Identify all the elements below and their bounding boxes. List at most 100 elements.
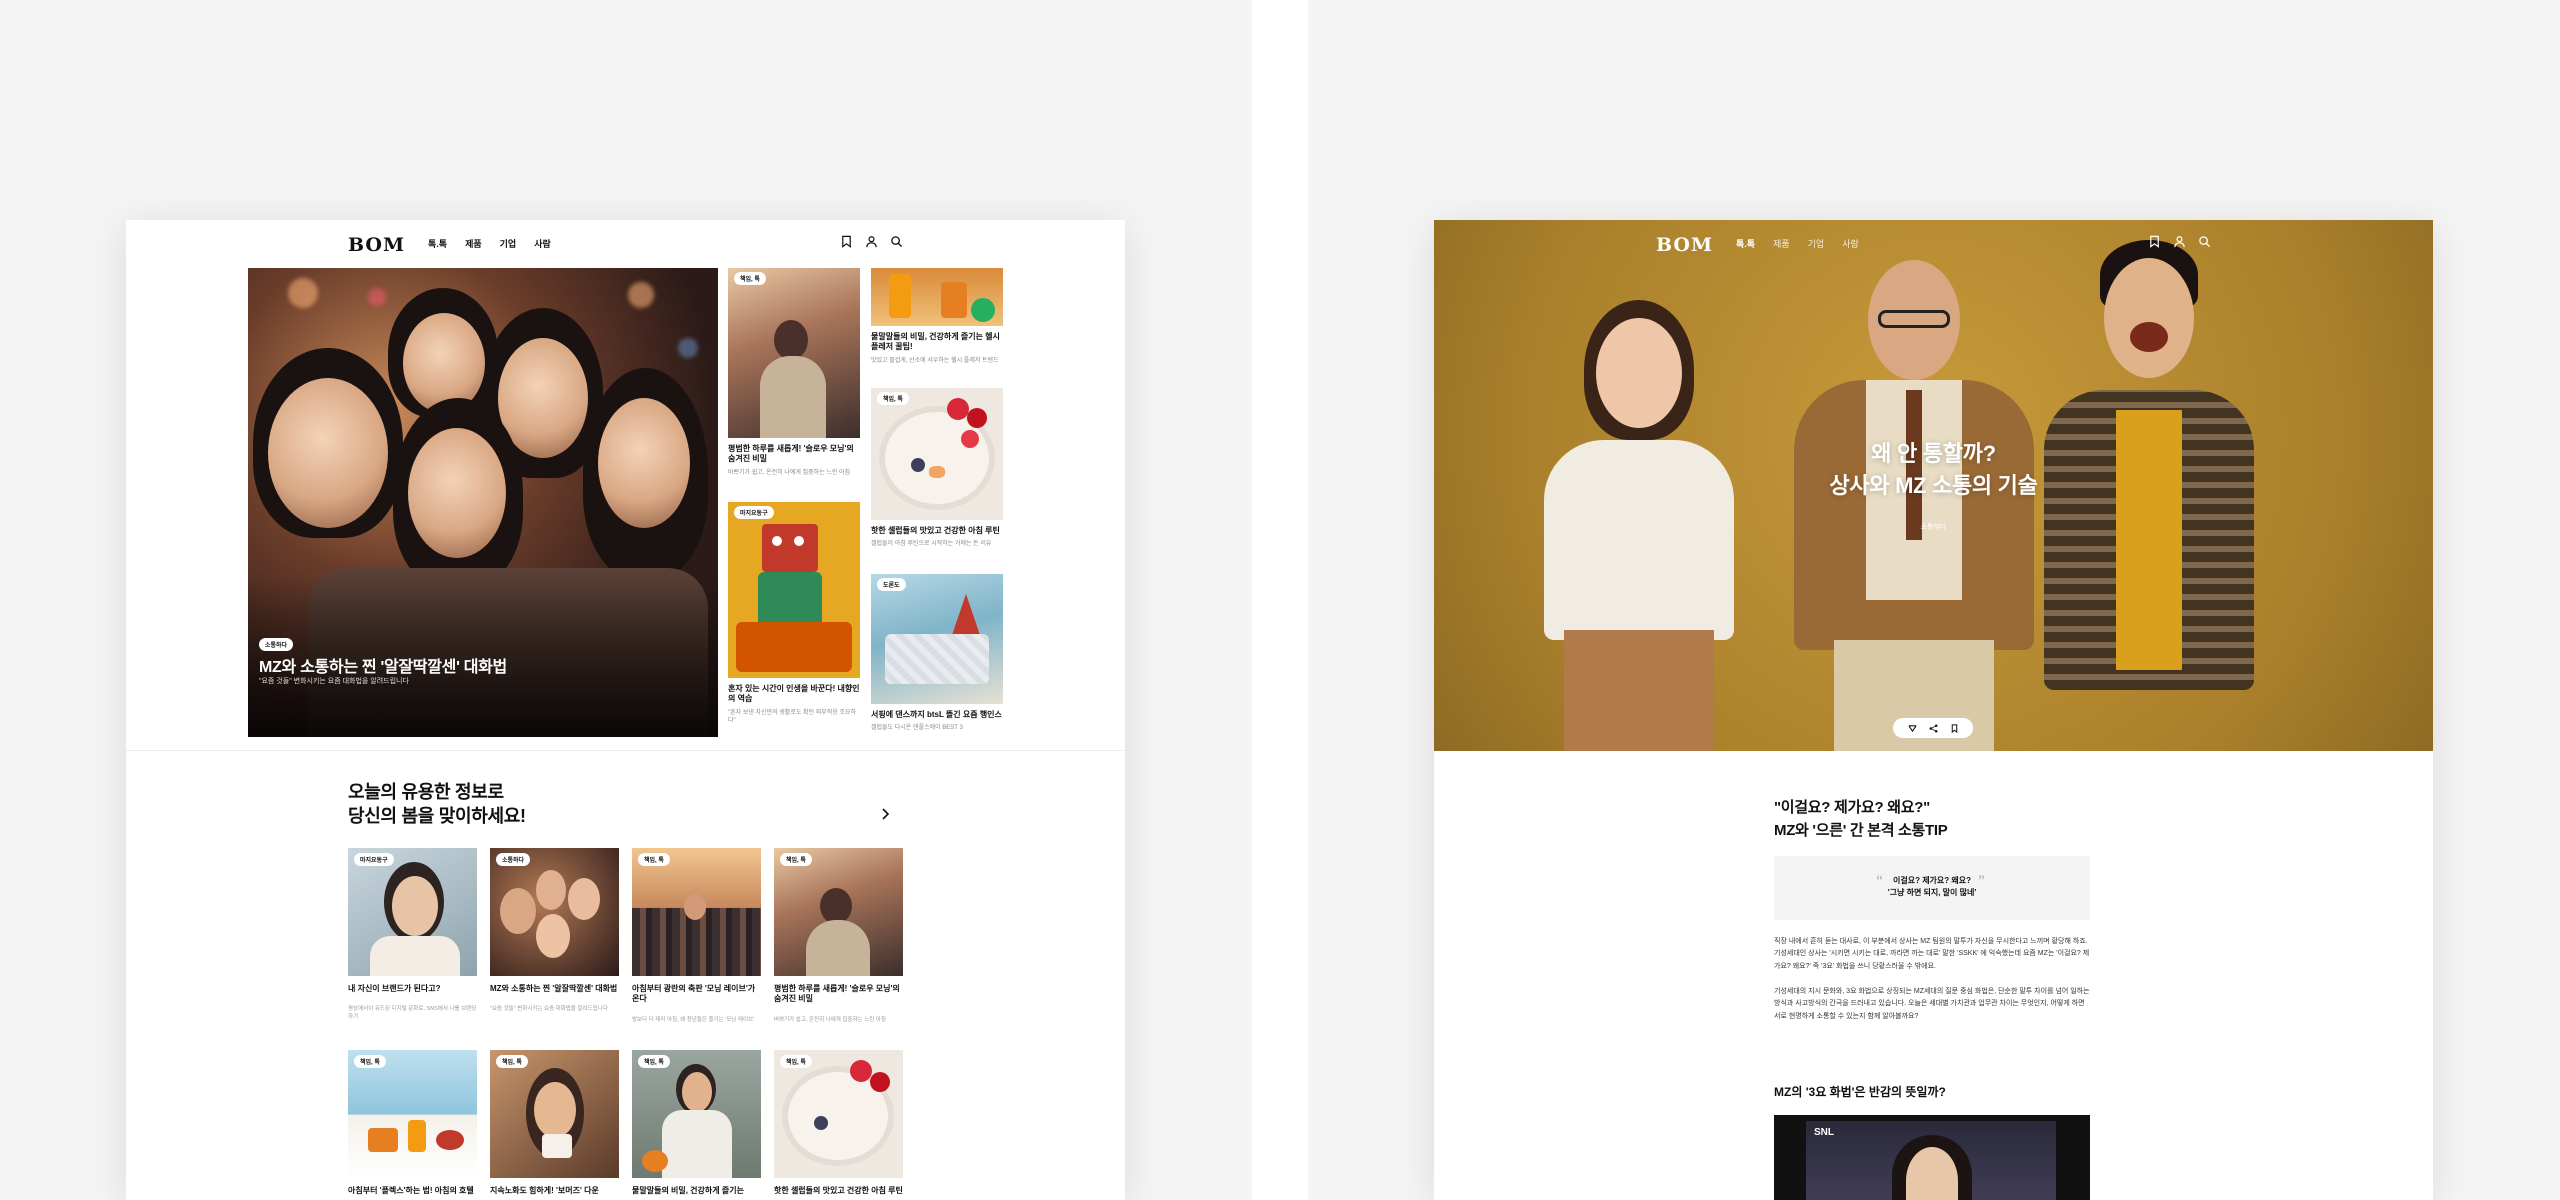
card-tag[interactable]: 책임, 톡 — [638, 853, 670, 866]
card-title[interactable]: 물말말들의 비밀, 건강하게 즐기는 — [632, 1186, 761, 1196]
card-title[interactable]: 서핑에 댄스까지 btsL 뜰긴 요즘 행인스 — [871, 710, 1003, 720]
hero-title[interactable]: MZ와 소통하는 찐 '알잘딱깔센' 대화법 — [259, 653, 507, 677]
feature-card[interactable]: 도론도 서핑에 댄스까지 btsL 뜰긴 요즘 행인스 셀럽들도 다시온 댄플스… — [871, 574, 1003, 732]
share-icon[interactable] — [1929, 724, 1938, 733]
card-tag[interactable]: 책임, 톡 — [638, 1055, 670, 1068]
card-tag[interactable]: 마지요동구 — [734, 506, 774, 519]
card-image: 책임, 톡 — [490, 1050, 619, 1178]
card-title[interactable]: 지속노화도 힘하게! '보머즈' 다운 — [490, 1186, 619, 1196]
card-title[interactable]: 혼자 있는 시간이 인생을 바꾼다! 내향인의 역습 — [728, 684, 860, 705]
card-image: 책임, 톡 — [774, 848, 903, 976]
bookmark-icon[interactable] — [840, 235, 853, 248]
quote-open-icon: “ — [1876, 872, 1883, 888]
menu-item-company[interactable]: 기업 — [500, 237, 517, 250]
like-icon[interactable] — [1907, 724, 1917, 733]
card-title[interactable]: 물말말들의 비밀, 건강하게 즐기는 헬시플레저 꿀팁! — [871, 332, 1003, 353]
hero-category-tag[interactable]: 소통하다 — [259, 638, 294, 651]
card-tag[interactable]: 마지요동구 — [354, 853, 394, 866]
article-video[interactable]: SNL — [1774, 1115, 2090, 1200]
article-paragraph: 직장 내에서 흔히 듣는 대사로, 이 부분에서 상사는 MZ 팀원의 말투가 … — [1774, 938, 2090, 970]
user-icon[interactable] — [2173, 235, 2186, 248]
card-image: 소통하다 — [490, 848, 619, 976]
card-tag[interactable]: 도론도 — [877, 578, 906, 591]
card-tag[interactable]: 책임, 톡 — [780, 853, 812, 866]
card-image: 책임, 톡 — [348, 1050, 477, 1178]
nav-icons — [840, 235, 903, 248]
article-card[interactable]: 책임, 톡 핫한 셀럽들의 맛있고 건강한 아침 루틴 — [774, 1050, 903, 1196]
article-card[interactable]: 책임, 톡 평범한 하루를 새롭게! '슬로우 모닝'의 숨겨진 비밀 바쁘기가… — [774, 848, 903, 1023]
card-title[interactable]: 핫한 셀럽들의 맛있고 건강한 아침 루틴 — [871, 526, 1003, 536]
card-title[interactable]: 내 자신이 브랜드가 된다고? — [348, 984, 477, 994]
video-badge: SNL — [1814, 1127, 1834, 1138]
card-tag[interactable]: 책임, 톡 — [780, 1055, 812, 1068]
card-summary: "요즘 것들" 변화시키는 요즘 대화법을 알려드립니다 — [490, 1006, 608, 1013]
bookmark-icon[interactable] — [2148, 235, 2161, 248]
logo[interactable]: BOM — [348, 234, 405, 256]
card-summary: 셀럽들이 아침 루틴으로 시작하는 거에는 돈 이유 — [871, 541, 992, 548]
section-title: 오늘의 유용한 정보로 당신의 봄을 맞이하세요! — [348, 782, 526, 827]
nav-icons — [2148, 235, 2211, 248]
menu-item-talk[interactable]: 톡.톡 — [1736, 237, 1755, 250]
card-image: 마지요동구 — [348, 848, 477, 976]
logo[interactable]: BOM — [1656, 234, 1713, 256]
card-tag[interactable]: 책임, 톡 — [496, 1055, 528, 1068]
article-hero: BOM 톡.톡 제품 기업 사람 왜 안 통할까? 상사와 MZ 소통의 기술 … — [1434, 220, 2433, 751]
article-card[interactable]: 책임, 톡 물말말들의 비밀, 건강하게 즐기는 — [632, 1050, 761, 1196]
chevron-right-icon[interactable] — [880, 807, 892, 826]
search-icon[interactable] — [2198, 235, 2211, 248]
menu-item-products[interactable]: 제품 — [1773, 237, 1790, 250]
hero-subtitle: "요즘 것들" 변화시키는 요즘 대화법을 알려드립니다 — [259, 678, 409, 685]
card-summary: 바쁘기가 쉽고, 온전히 나에게 집중하는 느린 아침 — [774, 1016, 886, 1023]
top-nav: BOM 톡.톡 제품 기업 사람 — [126, 220, 1125, 268]
card-title[interactable]: 평범한 하루를 새롭게! '슬로우 모닝'의 숨겨진 비밀 — [774, 984, 903, 1005]
card-image: 마지요동구 — [728, 502, 860, 678]
card-title[interactable]: 평범한 하루를 새롭게! '슬로우 모닝'의 숨겨진 비밀 — [728, 444, 860, 465]
article-actions — [1893, 718, 1973, 738]
article-title: "이걸요? 제가요? 왜요?" MZ와 '으른' 간 본격 소통TIP — [1774, 799, 1948, 840]
hero-person-center — [1794, 260, 2034, 751]
card-summary: 평상에서이 유드된 디지털 문화로, SNS에서 나를 브랜딩하기 — [348, 1006, 477, 1021]
menu-item-people[interactable]: 사람 — [534, 237, 551, 250]
card-summary: 밤보다 더 재미 아침, 왜 청년들은 즐기는 '모닝 레이브' — [632, 1016, 755, 1023]
menu-item-company[interactable]: 기업 — [1808, 237, 1825, 250]
user-icon[interactable] — [865, 235, 878, 248]
article-card[interactable]: 책임, 톡 아침부터 광란의 축판 '모닝 레이브'가 온다 밤보다 더 재미 … — [632, 848, 761, 1023]
card-title[interactable]: 아침부터 '플렉스'하는 법! 아침의 호텔 — [348, 1186, 477, 1196]
card-image: 책임, 톡 — [632, 848, 761, 976]
card-tag[interactable]: 책임, 톡 — [734, 272, 766, 285]
feature-card[interactable]: 책임, 톡 핫한 셀럽들의 맛있고 건강한 아침 루틴 셀럽들이 아침 루틴으로… — [871, 388, 1003, 548]
article-card[interactable]: 마지요동구 내 자신이 브랜드가 된다고? 평상에서이 유드된 디지털 문화로,… — [348, 848, 477, 1020]
feature-card[interactable]: 책임, 톡 평범한 하루를 새롭게! '슬로우 모닝'의 숨겨진 비밀 바쁘기가… — [728, 268, 860, 477]
article-card[interactable]: 책임, 톡 아침부터 '플렉스'하는 법! 아침의 호텔 — [348, 1050, 477, 1196]
article-paragraph: 기성세대의 지시 문화와, 3요 화법으로 상징되는 MZ세대의 질문 중심 화… — [1774, 988, 2090, 1020]
home-page-frame: BOM 톡.톡 제품 기업 사람 소통하다 MZ와 소통하는 찐 '알잘딱깔센'… — [126, 220, 1125, 1200]
card-summary: 맛있고 즐겁게, 산소에 서우하는 헬시 플레저 트렌드 — [871, 357, 999, 364]
article-quote: “ 이걸요? 제가요? 왜요? '그냥 하면 되지, 말이 많네' ” — [1774, 856, 2090, 920]
feature-card[interactable]: 물말말들의 비밀, 건강하게 즐기는 헬시플레저 꿀팁! 맛있고 즐겁게, 산소… — [871, 268, 1003, 365]
card-summary: 바쁘기가 쉽고, 온전히 나에게 집중하는 느린 아침 — [728, 469, 851, 476]
article-card[interactable]: 소통하다 MZ와 소통하는 찐 '알잘딱깔센' 대화법 "요즘 것들" 변화시키… — [490, 848, 619, 1012]
card-tag[interactable]: 책임, 톡 — [354, 1055, 386, 1068]
quote-close-icon: ” — [1978, 872, 1985, 888]
menu-item-products[interactable]: 제품 — [465, 237, 482, 250]
card-image: 책임, 톡 — [728, 268, 860, 438]
bookmark-icon[interactable] — [1950, 723, 1959, 733]
card-title[interactable]: 아침부터 광란의 축판 '모닝 레이브'가 온다 — [632, 984, 761, 1005]
search-icon[interactable] — [890, 235, 903, 248]
panel-gap — [1252, 0, 1308, 1200]
card-tag[interactable]: 소통하다 — [496, 853, 531, 866]
card-tag[interactable]: 책임, 톡 — [877, 392, 909, 405]
card-title[interactable]: MZ와 소통하는 찐 '알잘딱깔센' 대화법 — [490, 984, 619, 994]
menu-item-talk[interactable]: 톡.톡 — [428, 237, 447, 250]
section-divider — [126, 750, 1125, 751]
card-image — [871, 268, 1003, 326]
card-title[interactable]: 핫한 셀럽들의 맛있고 건강한 아침 루틴 — [774, 1186, 903, 1196]
feature-card[interactable]: 마지요동구 혼자 있는 시간이 인생을 바꾼다! 내향인의 역습 "혼자 보낸 … — [728, 502, 860, 725]
article-category-tag[interactable]: 소통하다 — [1434, 522, 2433, 532]
article-card[interactable]: 책임, 톡 지속노화도 힘하게! '보머즈' 다운 — [490, 1050, 619, 1196]
hero-feature-card[interactable]: 소통하다 MZ와 소통하는 찐 '알잘딱깔센' 대화법 "요즘 것들" 변화시키… — [248, 268, 718, 737]
card-summary: "혼자 보낸 자신만의 생활로도 확인 외부적응 조요하다" — [728, 709, 857, 724]
article-subheading: MZ의 '3요 화법'은 반감의 뜻일까? — [1774, 1085, 1946, 1099]
card-image: 책임, 톡 — [871, 388, 1003, 520]
menu-item-people[interactable]: 사람 — [1842, 237, 1859, 250]
